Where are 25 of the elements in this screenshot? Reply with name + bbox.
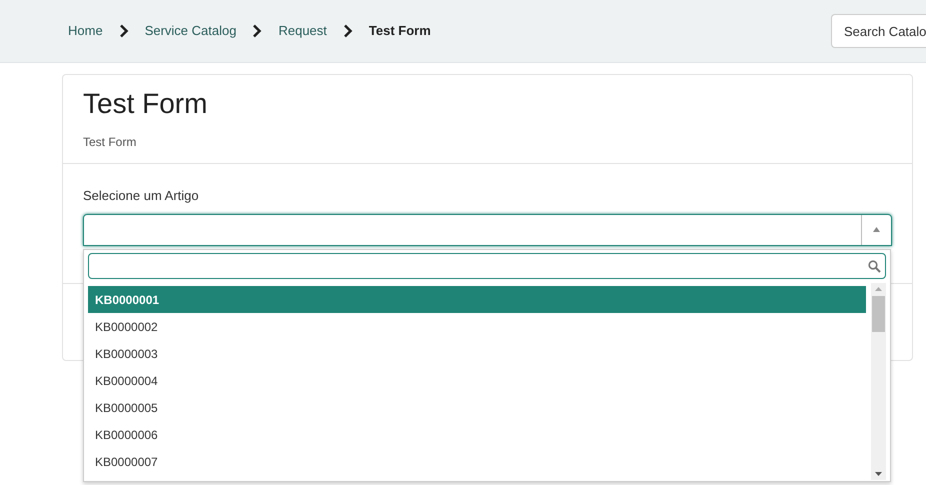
scroll-down-icon[interactable] <box>875 472 882 476</box>
dropdown-option[interactable]: KB0000001 <box>88 286 866 313</box>
form-subtitle: Test Form <box>83 134 138 151</box>
field-label: Selecione um Artigo <box>83 187 200 205</box>
chevron-right-icon <box>252 24 262 38</box>
breadcrumb-link[interactable]: Service Catalog <box>144 21 236 41</box>
select-field[interactable] <box>83 214 892 246</box>
chevron-right-icon <box>118 24 129 38</box>
search-icon <box>868 260 881 272</box>
chevron-right-icon <box>342 24 353 38</box>
caret-up-icon <box>873 227 880 232</box>
breadcrumb-current: Test Form <box>368 22 431 40</box>
form-title: Test Form <box>83 87 208 121</box>
scrollbar[interactable] <box>871 283 886 480</box>
dropdown-option[interactable]: KB0000005 <box>88 394 866 421</box>
breadcrumb-link[interactable]: Request <box>278 21 327 41</box>
dropdown-option[interactable]: KB0000006 <box>88 421 866 448</box>
dropdown-option[interactable]: KB0000003 <box>88 340 866 367</box>
dropdown-search-field[interactable] <box>88 253 886 279</box>
search-field[interactable]: Search Catalo <box>831 14 926 48</box>
dropdown-option[interactable]: KB0000007 <box>88 448 866 475</box>
dropdown-option[interactable]: KB0000002 <box>88 313 866 340</box>
dropdown-option[interactable]: KB0000004 <box>88 367 866 394</box>
scrollbar-thumb[interactable] <box>872 296 885 332</box>
breadcrumb-link[interactable]: Home <box>68 21 103 41</box>
